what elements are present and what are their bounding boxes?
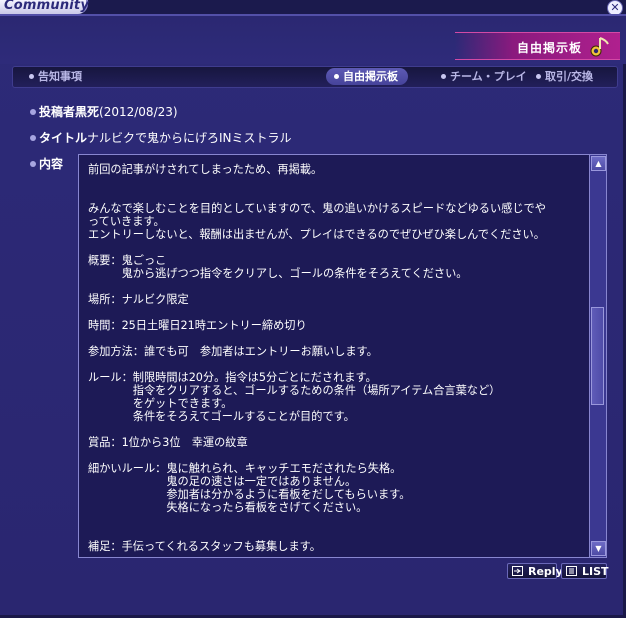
content-line: 前回の記事がけされてしまったため、再掲載。 [88, 163, 323, 176]
board-title: 自由掲示板 [516, 41, 582, 55]
community-window: Community ✕ 自由掲示板 告知事項 自由掲示板 チーム・プレイ 取引/… [0, 0, 626, 618]
reply-icon [512, 566, 523, 576]
tab-announcements[interactable]: 告知事項 [29, 68, 82, 85]
content-line: 参加者は分かるように看板をだしてもらいます。 [88, 488, 411, 501]
content-label: 内容 [39, 157, 64, 171]
tab-trade[interactable]: 取引/交換 [536, 68, 593, 85]
content-line [88, 189, 588, 202]
music-note-icon [590, 37, 609, 57]
tab-label: 取引/交換 [545, 70, 594, 83]
content-line: 鬼から逃げつつ指令をクリアし、ゴールの条件をそろえてください。 [88, 267, 468, 280]
content-line: 参加方法：誰でも可 参加者はエントリーお願いします。 [88, 345, 378, 358]
content-line: 細かいルール：鬼に触れられ、キャッチエモだされたら失格。 [88, 462, 402, 475]
content-line: 賞品：1位から3位 幸運の紋章 [88, 436, 248, 449]
content-line: 失格になったら看板をさげてください。 [88, 501, 368, 514]
content-line: 指令をクリアすると、ゴールするための条件（場所アイテム合言葉など） [88, 384, 501, 397]
content-line: っていきます。 [88, 215, 165, 228]
author-label: 投稿者 [39, 105, 76, 119]
reply-button[interactable]: Reply [507, 563, 563, 579]
post-date: (2012/08/23) [99, 105, 178, 119]
content-line [88, 306, 588, 319]
tab-label: 自由掲示板 [343, 70, 398, 83]
bullet-icon [536, 73, 541, 79]
content-line [88, 514, 588, 527]
content-line [88, 241, 588, 254]
content-line: 鬼の足の速さは一定ではありません。 [88, 475, 357, 488]
list-label: LIST [582, 565, 609, 578]
close-icon: ✕ [610, 1, 620, 14]
title-label: タイトル [39, 131, 88, 145]
content-row: 内容 [30, 156, 63, 172]
board-banner: 自由掲示板 [455, 32, 620, 60]
tab-team-play[interactable]: チーム・プレイ [441, 68, 527, 85]
content-line: 条件をそろえてゴールすることが目的です。 [88, 410, 355, 423]
bullet-icon [30, 108, 36, 115]
tab-label: チーム・プレイ [450, 70, 527, 83]
content-line: をゲットできます。 [88, 397, 233, 410]
content-line [88, 423, 588, 436]
bullet-icon [30, 160, 36, 167]
scroll-up-button[interactable]: ▲ [591, 156, 606, 171]
scroll-down-button[interactable]: ▼ [591, 541, 606, 556]
content-line [88, 280, 588, 293]
author-name: 黒死 [75, 105, 100, 119]
bullet-icon [441, 73, 446, 79]
triangle-up-icon: ▲ [595, 159, 602, 168]
content-line [88, 527, 588, 540]
reply-label: Reply [528, 565, 563, 578]
content-line [88, 176, 588, 189]
content-line [88, 332, 588, 345]
content-line: 概要：鬼ごっこ [88, 254, 167, 267]
content-scrollbar[interactable]: ▲ ▼ [589, 155, 606, 557]
title-row: タイトルナルビクで鬼からにげろINミストラル [30, 130, 292, 146]
content-line [88, 358, 588, 371]
content-line: 場所：ナルビク限定 [88, 293, 189, 306]
triangle-down-icon: ▼ [595, 544, 602, 553]
post-content: 前回の記事がけされてしまったため、再掲載。 みんなで楽しむことを目的としています… [88, 163, 588, 553]
post-title: ナルビクで鬼からにげろINミストラル [87, 131, 292, 145]
author-row: 投稿者黒死(2012/08/23) [30, 104, 178, 120]
list-icon [566, 566, 577, 576]
content-line: ルール：制限時間は20分。指令は5分ごとにだされます。 [88, 371, 377, 384]
content-line: 時間：25日土曜日21時エントリー締め切り [88, 319, 307, 332]
tab-label: 告知事項 [38, 70, 82, 83]
list-button[interactable]: LIST [561, 563, 609, 579]
bullet-icon [29, 73, 34, 79]
bullet-icon [334, 73, 339, 79]
scroll-thumb[interactable] [591, 307, 604, 405]
title-bar[interactable]: Community ✕ [0, 0, 626, 16]
tab-free-board[interactable]: 自由掲示板 [326, 68, 408, 85]
content-line: 補足：手伝ってくれるスタッフも募集します。 [88, 540, 321, 553]
window-title: Community [4, 0, 90, 13]
content-line: みんなで楽しむことを目的としていますので、鬼の追いかけるスピードなどゆるい感じで… [88, 202, 546, 215]
title-tab: Community [0, 0, 90, 14]
board-nav: 告知事項 自由掲示板 チーム・プレイ 取引/交換 [12, 66, 618, 88]
post-content-panel[interactable]: 前回の記事がけされてしまったため、再掲載。 みんなで楽しむことを目的としています… [78, 154, 607, 558]
bullet-icon [30, 134, 36, 141]
content-line: エントリーしないと、報酬は出ませんが、プレイはできるのでぜひぜひ楽しんでください… [88, 228, 545, 241]
content-line [88, 449, 588, 462]
